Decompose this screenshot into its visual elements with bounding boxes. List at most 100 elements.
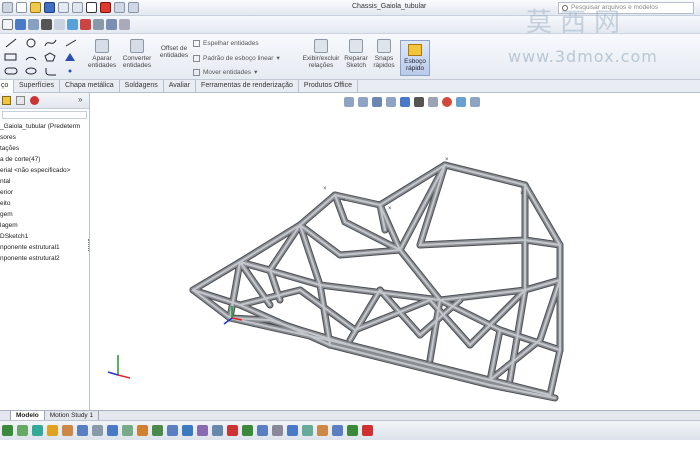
tree-item-part[interactable]: _Gaiola_tubular (Predeterm xyxy=(0,121,89,132)
weldment-tool-icon[interactable] xyxy=(362,425,373,436)
weldment-tool-icon[interactable] xyxy=(317,425,328,436)
display-relations-button[interactable]: Exibir/excluir relações xyxy=(302,39,340,69)
tab-produtos-office[interactable]: Produtos Office xyxy=(299,80,358,93)
weldment-tool-icon[interactable] xyxy=(92,425,103,436)
tree-item-annotations[interactable]: tações xyxy=(0,143,89,154)
tab-superficies[interactable]: Superfícies xyxy=(14,80,61,93)
tree-item-material[interactable]: erial <não especificado> xyxy=(0,165,89,176)
property-manager-icon[interactable] xyxy=(16,96,25,105)
window-restore-icon[interactable] xyxy=(2,19,13,30)
rebuild-icon[interactable] xyxy=(100,2,111,13)
weldment-tool-icon[interactable] xyxy=(287,425,298,436)
file-properties-icon[interactable] xyxy=(114,2,125,13)
new-document-icon[interactable] xyxy=(16,2,27,13)
fillet-icon[interactable] xyxy=(44,66,62,76)
mirror-entities-button[interactable]: Espelhar entidades xyxy=(193,40,259,47)
zoom-to-fit-icon[interactable] xyxy=(344,97,354,107)
trim-icon[interactable] xyxy=(64,38,82,48)
rapid-sketch-button[interactable]: Esboço rápido xyxy=(400,40,430,76)
weldment-tool-icon[interactable] xyxy=(272,425,283,436)
previous-view-icon[interactable] xyxy=(372,97,382,107)
repair-sketch-button[interactable]: Reparar Sketch xyxy=(343,39,369,69)
sketch-grid-icon[interactable] xyxy=(119,19,130,30)
weldment-tool-icon[interactable] xyxy=(77,425,88,436)
display-style-icon[interactable] xyxy=(41,19,52,30)
weldment-tool-icon[interactable] xyxy=(347,425,358,436)
slot-icon[interactable] xyxy=(4,66,22,76)
trim-entities-button[interactable]: Aparar entidades xyxy=(88,39,116,69)
weldment-tool-icon[interactable] xyxy=(122,425,133,436)
feature-tree-icon[interactable] xyxy=(2,96,11,105)
apply-scene-icon[interactable] xyxy=(456,97,466,107)
feature-filter-input[interactable] xyxy=(2,111,87,119)
view-settings-icon[interactable] xyxy=(470,97,480,107)
text-icon[interactable] xyxy=(64,52,82,62)
convert-entities-button[interactable]: Converter entidades xyxy=(120,39,154,69)
chevron-down-icon[interactable]: ▾ xyxy=(254,68,257,76)
hide-show-items-icon[interactable] xyxy=(428,97,438,107)
tree-item-origin[interactable]: gem xyxy=(0,209,89,220)
weldment-tool-icon[interactable] xyxy=(47,425,58,436)
options-icon[interactable] xyxy=(128,2,139,13)
weldment-tool-icon[interactable] xyxy=(212,425,223,436)
linear-pattern-button[interactable]: Padrão de esboço linear ▾ xyxy=(193,54,280,62)
weldment-tool-icon[interactable] xyxy=(17,425,28,436)
polygon-icon[interactable] xyxy=(44,52,62,62)
weldment-tool-icon[interactable] xyxy=(2,425,13,436)
weldment-tool-icon[interactable] xyxy=(167,425,178,436)
tab-ferramentas-renderizacao[interactable]: Ferramentas de renderização xyxy=(196,80,299,93)
tree-item-structural-member1[interactable]: nponente estrutural1 xyxy=(0,242,89,253)
point-icon[interactable] xyxy=(64,66,82,76)
weldment-tool-icon[interactable] xyxy=(62,425,73,436)
circle-icon[interactable] xyxy=(24,38,42,48)
line-icon[interactable] xyxy=(4,38,22,48)
chevron-down-icon[interactable]: ▾ xyxy=(276,54,279,62)
offset-entities-button[interactable]: Offset de entidades xyxy=(157,45,191,59)
ellipse-icon[interactable] xyxy=(24,66,42,76)
solidworks-logo-icon[interactable] xyxy=(2,2,13,13)
weldment-tool-icon[interactable] xyxy=(152,425,163,436)
configuration-manager-icon[interactable] xyxy=(30,96,39,105)
tree-item-structural-member2[interactable]: nponente estrutural2 xyxy=(0,253,89,264)
weldment-tool-icon[interactable] xyxy=(32,425,43,436)
spline-icon[interactable] xyxy=(44,38,62,48)
save-icon[interactable] xyxy=(44,2,55,13)
section-view-icon[interactable] xyxy=(54,19,65,30)
tab-esboco[interactable]: ço xyxy=(0,80,14,93)
weldment-tool-icon[interactable] xyxy=(257,425,268,436)
appearance-icon[interactable] xyxy=(67,19,78,30)
zoom-fit-icon[interactable] xyxy=(28,19,39,30)
move-entities-button[interactable]: Mover entidades ▾ xyxy=(193,68,257,76)
edit-appearance-icon[interactable] xyxy=(442,97,452,107)
select-arrow-icon[interactable] xyxy=(86,2,97,13)
section-view-icon[interactable] xyxy=(386,97,396,107)
tab-chapa-metalica[interactable]: Chapa metálica xyxy=(60,80,120,93)
print-icon[interactable] xyxy=(58,2,69,13)
display-style-icon[interactable] xyxy=(414,97,424,107)
tree-item-top-plane[interactable]: erior xyxy=(0,187,89,198)
rectangle-icon[interactable] xyxy=(4,52,22,62)
view-orientation-icon[interactable] xyxy=(400,97,410,107)
weldment-tool-icon[interactable] xyxy=(242,425,253,436)
tree-item-right-plane[interactable]: eito xyxy=(0,198,89,209)
tree-item-3dsketch1[interactable]: DSketch1 xyxy=(0,231,89,242)
weldment-tool-icon[interactable] xyxy=(107,425,118,436)
weldment-tool-icon[interactable] xyxy=(137,425,148,436)
tab-avaliar[interactable]: Avaliar xyxy=(164,80,197,93)
arc-icon[interactable] xyxy=(24,52,42,62)
weldment-tool-icon[interactable] xyxy=(332,425,343,436)
weldment-tool-icon[interactable] xyxy=(227,425,238,436)
open-folder-icon[interactable] xyxy=(30,2,41,13)
tab-soldagens[interactable]: Soldagens xyxy=(120,80,164,93)
weldment-tool-icon[interactable] xyxy=(182,425,193,436)
view-orientation-icon[interactable] xyxy=(15,19,26,30)
tree-item-cut-list[interactable]: a de corte(47) xyxy=(0,154,89,165)
weldment-tool-icon[interactable] xyxy=(197,425,208,436)
hide-show-icon[interactable] xyxy=(93,19,104,30)
undo-icon[interactable] xyxy=(72,2,83,13)
quick-snaps-button[interactable]: Snaps rápidos xyxy=(371,39,397,69)
scene-icon[interactable] xyxy=(80,19,91,30)
view-settings-icon[interactable] xyxy=(106,19,117,30)
tree-item-sensors[interactable]: sores xyxy=(0,132,89,143)
tree-item-weldment[interactable]: lagem xyxy=(0,220,89,231)
